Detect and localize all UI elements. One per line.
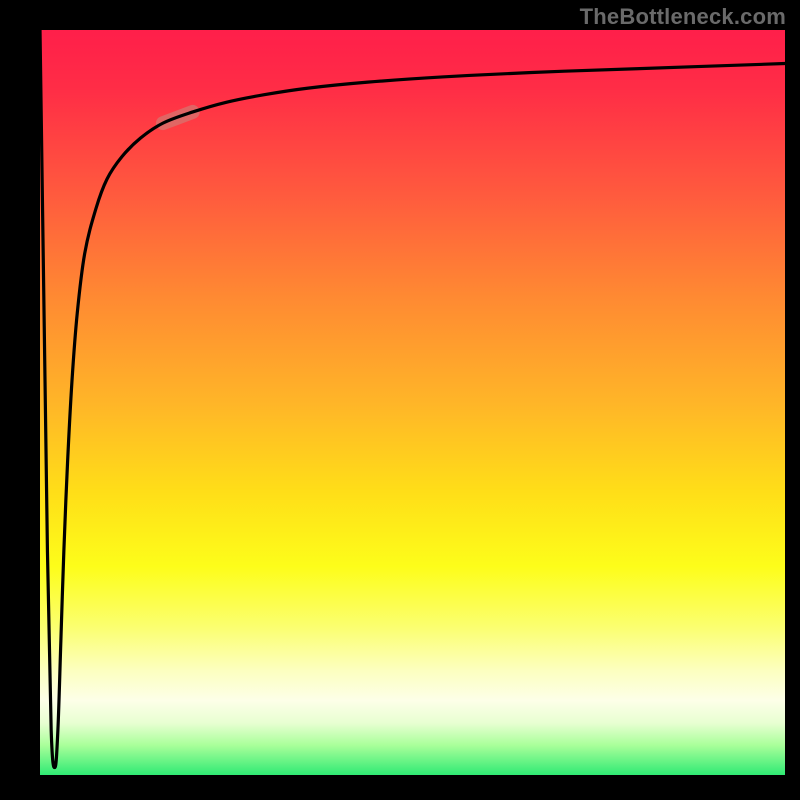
plot-area	[40, 30, 785, 775]
watermark-text: TheBottleneck.com	[580, 4, 786, 30]
gradient-background	[40, 30, 785, 775]
chart-frame: TheBottleneck.com	[0, 0, 800, 800]
